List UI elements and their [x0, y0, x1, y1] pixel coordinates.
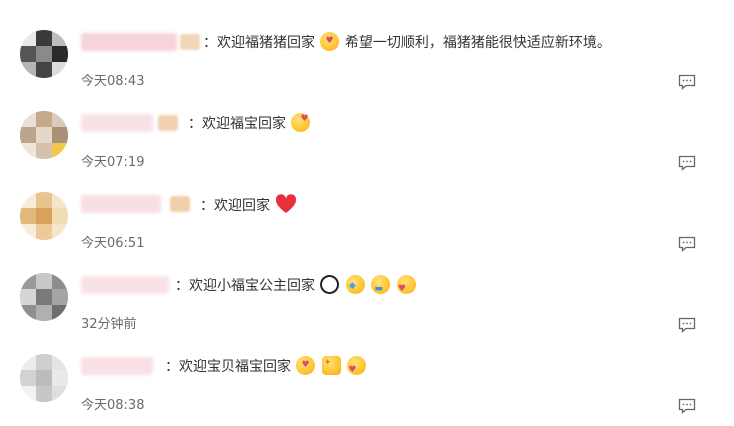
- tongue-kiss-emoji: ♥: [291, 113, 311, 132]
- comment-body: ：欢迎宝贝福宝回家: [165, 359, 291, 375]
- reply-icon[interactable]: [678, 398, 696, 414]
- username[interactable]: [81, 114, 153, 132]
- badge-icon: [158, 115, 178, 131]
- kiss-face-emoji: ♥: [296, 356, 316, 375]
- avatar[interactable]: [20, 111, 68, 159]
- avatar[interactable]: [20, 273, 68, 321]
- badge-icon: [170, 196, 190, 212]
- comment-text: ：欢迎宝贝福宝回家 ♥ ✦ ♥: [165, 356, 367, 377]
- comment-body-continued: 希望一切顺利，福猪猪能很快适应新环境。: [344, 35, 611, 51]
- cheer-emoji: ✦: [321, 356, 341, 375]
- reply-icon[interactable]: [678, 74, 696, 90]
- comment-item: ：欢迎福猪猪回家 ♥ 希望一切顺利，福猪猪能很快适应新环境。 今天08:43: [0, 22, 734, 102]
- timestamp: 今天06:51: [81, 236, 145, 251]
- timestamp: 32分钟前: [81, 317, 137, 332]
- comment-text: ：欢迎福猪猪回家 ♥ 希望一切顺利，福猪猪能很快适应新环境。: [203, 32, 611, 53]
- love-kiss-emoji: ♥: [396, 275, 416, 294]
- kiss-face-emoji: ♥: [320, 32, 340, 51]
- comment-item: ：欢迎福宝回家 ♥ 今天07:19: [0, 103, 734, 183]
- avatar[interactable]: [20, 192, 68, 240]
- comment-body: ：欢迎福宝回家: [188, 116, 286, 132]
- comment-text: ：欢迎回家: [200, 194, 298, 216]
- timestamp: 今天07:19: [81, 155, 145, 170]
- reply-icon[interactable]: [678, 236, 696, 252]
- reply-icon[interactable]: [678, 155, 696, 171]
- avatar[interactable]: [20, 354, 68, 402]
- panda-emoji: [320, 275, 340, 294]
- badge-icon: [180, 34, 200, 50]
- comment-text: ：欢迎小福宝公主回家 ◆ ▬ ♥: [175, 275, 417, 296]
- hug-emoji: ▬: [371, 275, 391, 294]
- username[interactable]: [81, 195, 161, 213]
- comment-body: ：欢迎福猪猪回家: [203, 35, 315, 51]
- love-kiss-emoji: ♥: [347, 356, 367, 375]
- comment-item: ：欢迎回家 今天06:51: [0, 184, 734, 264]
- username[interactable]: [81, 276, 169, 294]
- comment-item: ：欢迎宝贝福宝回家 ♥ ✦ ♥ 今天08:38: [0, 346, 734, 426]
- comment-body: ：欢迎小福宝公主回家: [175, 278, 315, 294]
- username[interactable]: [81, 357, 153, 375]
- comment-item: ：欢迎小福宝公主回家 ◆ ▬ ♥ 32分钟前: [0, 265, 734, 345]
- timestamp: 今天08:43: [81, 74, 145, 89]
- sob-face-emoji: ◆: [345, 275, 365, 294]
- reply-icon[interactable]: [678, 317, 696, 333]
- username[interactable]: [81, 33, 177, 51]
- red-heart-emoji: [276, 194, 297, 213]
- timestamp: 今天08:38: [81, 398, 145, 413]
- avatar[interactable]: [20, 30, 68, 78]
- comment-body: ：欢迎回家: [200, 198, 270, 214]
- comment-text: ：欢迎福宝回家 ♥: [188, 113, 311, 134]
